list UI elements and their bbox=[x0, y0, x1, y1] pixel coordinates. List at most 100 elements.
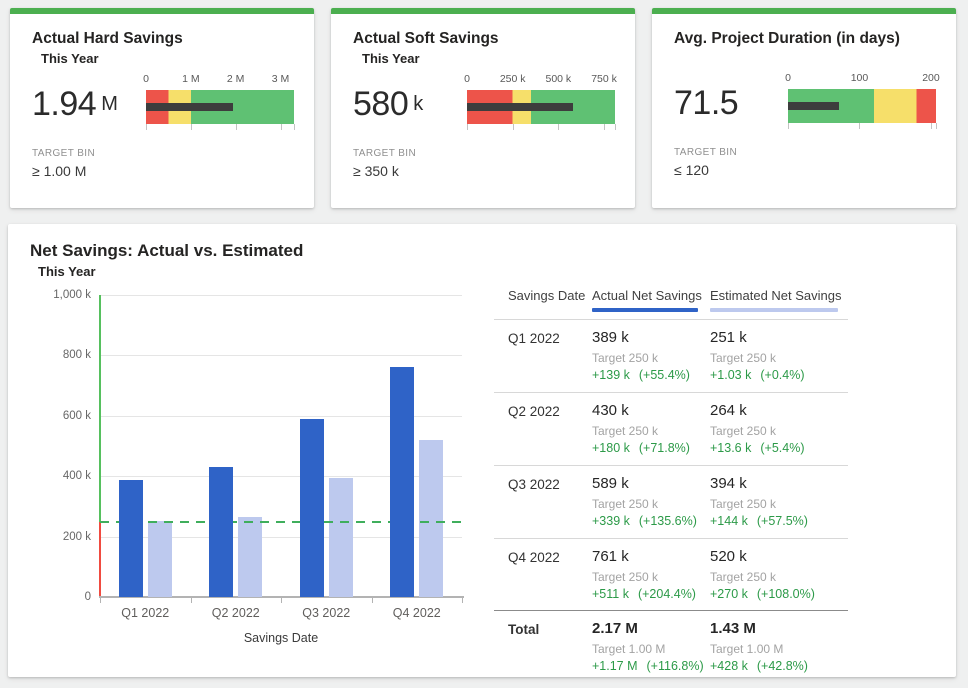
cell-value: 394 k bbox=[710, 475, 848, 492]
x-axis-tick bbox=[462, 597, 463, 603]
cell-value: 430 k bbox=[592, 402, 710, 419]
bullet-tick-line bbox=[281, 124, 282, 130]
table-cell: 520 kTarget 250 k+270 k(+108.0%) bbox=[710, 548, 848, 601]
bullet-tick-line bbox=[859, 123, 860, 129]
kpi-subtitle: This Year bbox=[32, 49, 294, 67]
cell-value: 520 k bbox=[710, 548, 848, 565]
bullet-measure-bar bbox=[146, 103, 233, 111]
bullet-tick-line bbox=[146, 124, 147, 130]
row-label: Q1 2022 bbox=[494, 329, 592, 382]
table-row: Q3 2022589 kTarget 250 k+339 k(+135.6%)3… bbox=[494, 466, 848, 539]
bullet-tick-line bbox=[294, 124, 295, 130]
delta-percent: (+57.5%) bbox=[757, 514, 808, 528]
bullet-tick-label: 3 M bbox=[272, 73, 290, 85]
table-cell: 2.17 M Target 1.00 M +1.17 M (+116.8%) bbox=[592, 620, 710, 673]
kpi-subtitle bbox=[674, 49, 936, 66]
estimated-net-savings-bar[interactable] bbox=[148, 521, 172, 597]
cell-delta: +180 k(+71.8%) bbox=[592, 441, 710, 455]
estimated-series-color-bar bbox=[710, 308, 838, 312]
cell-target: Target 250 k bbox=[592, 351, 710, 365]
delta-value: +144 k bbox=[710, 514, 748, 528]
y-axis-tick-label: 0 bbox=[85, 591, 91, 603]
row-label: Q2 2022 bbox=[494, 402, 592, 455]
estimated-net-savings-bar[interactable] bbox=[419, 440, 443, 597]
delta-value: +428 k bbox=[710, 659, 748, 673]
actual-net-savings-bar[interactable] bbox=[390, 367, 414, 597]
delta-percent: (+116.8%) bbox=[647, 659, 704, 673]
delta-value: +1.17 M bbox=[592, 659, 638, 673]
y-axis-tick-label: 800 k bbox=[63, 349, 91, 361]
table-cell: 761 kTarget 250 k+511 k(+204.4%) bbox=[592, 548, 710, 601]
x-axis-tick bbox=[281, 597, 282, 603]
delta-percent: (+204.4%) bbox=[638, 587, 696, 601]
column-header-estimated: Estimated Net Savings bbox=[710, 288, 848, 312]
dashboard: Actual Hard Savings This Year 1.94M 01 M… bbox=[0, 0, 968, 688]
bullet-tick-label: 0 bbox=[464, 73, 470, 85]
bullet-tick-line bbox=[931, 123, 932, 129]
bullet-chart: 01 M2 M3 M bbox=[146, 73, 294, 135]
bullet-tick-label: 750 k bbox=[591, 73, 617, 85]
actual-net-savings-bar[interactable] bbox=[119, 480, 143, 597]
kpi-card-row: Actual Hard Savings This Year 1.94M 01 M… bbox=[10, 8, 956, 208]
actual-net-savings-bar[interactable] bbox=[300, 419, 324, 597]
cell-delta: +339 k(+135.6%) bbox=[592, 514, 710, 528]
target-bin-value: ≤ 120 bbox=[674, 162, 936, 178]
panel-subtitle: This Year bbox=[8, 261, 956, 279]
column-header-savings-date: Savings Date bbox=[494, 288, 592, 312]
bullet-measure-bar bbox=[467, 103, 573, 111]
bullet-tick-label: 200 bbox=[922, 72, 940, 84]
cell-delta: +270 k (+108.0%) bbox=[710, 587, 848, 601]
cell-target: Target 250 k bbox=[710, 351, 848, 365]
kpi-value: 71.5 bbox=[674, 72, 770, 134]
x-axis-category-label: Q4 2022 bbox=[372, 606, 463, 620]
cell-target: Target 250 k bbox=[592, 570, 710, 584]
table-cell: 1.43 MTarget 1.00 M+428 k(+42.8%) bbox=[710, 620, 848, 673]
bullet-tick-label: 500 k bbox=[546, 73, 572, 85]
cell-value: 2.17 M bbox=[592, 620, 710, 637]
bar-group bbox=[191, 295, 282, 597]
delta-percent: (+42.8%) bbox=[757, 659, 808, 673]
cell-delta: +144 k (+57.5%) bbox=[710, 514, 848, 528]
row-label: Q4 2022 bbox=[494, 548, 592, 601]
cell-value: 389 k bbox=[592, 329, 710, 346]
actual-net-savings-bar[interactable] bbox=[209, 467, 233, 597]
estimated-net-savings-bar[interactable] bbox=[238, 517, 262, 597]
table-header-row: Savings Date Actual Net Savings Estimate… bbox=[494, 288, 848, 320]
table-total-row: Total2.17 MTarget 1.00 M+1.17 M(+116.8%)… bbox=[494, 610, 848, 683]
cell-target: Target 1.00 M bbox=[592, 642, 710, 656]
row-label: Total bbox=[494, 620, 592, 673]
table-row: Q1 2022389 kTarget 250 k+139 k(+55.4%)25… bbox=[494, 320, 848, 393]
delta-value: +270 k bbox=[710, 587, 748, 601]
x-axis-tick bbox=[191, 597, 192, 603]
cell-delta: +13.6 k (+5.4%) bbox=[710, 441, 848, 455]
actual-series-color-bar bbox=[592, 308, 698, 312]
delta-value: +180 k bbox=[592, 441, 630, 455]
table-cell: 251 kTarget 250 k+1.03 k(+0.4%) bbox=[710, 329, 848, 382]
kpi-title: Avg. Project Duration (in days) bbox=[674, 14, 936, 49]
cell-target: Target 250 k bbox=[710, 424, 848, 438]
bullet-tick-line bbox=[191, 124, 192, 130]
kpi-subtitle: This Year bbox=[353, 49, 615, 67]
delta-percent: (+108.0%) bbox=[757, 587, 815, 601]
target-bin-label: TARGET BIN bbox=[32, 148, 294, 159]
kpi-card-hard-savings: Actual Hard Savings This Year 1.94M 01 M… bbox=[10, 8, 314, 208]
table-cell: 264 kTarget 250 k+13.6 k(+5.4%) bbox=[710, 402, 848, 455]
x-axis-labels: Q1 2022Q2 2022Q3 2022Q4 2022 bbox=[100, 606, 462, 620]
bullet-tick-line bbox=[604, 124, 605, 130]
cell-target: Target 1.00 M bbox=[710, 642, 848, 656]
kpi-value: 1.94M bbox=[32, 73, 128, 135]
delta-value: +13.6 k bbox=[710, 441, 751, 455]
bullet-tick-label: 100 bbox=[851, 72, 869, 84]
estimated-net-savings-bar[interactable] bbox=[329, 478, 353, 597]
table-row: Q4 2022761 kTarget 250 k+511 k(+204.4%)5… bbox=[494, 539, 848, 611]
column-header-actual: Actual Net Savings bbox=[592, 288, 710, 312]
bullet-tick-label: 1 M bbox=[182, 73, 200, 85]
table-cell: 394 kTarget 250 k+144 k(+57.5%) bbox=[710, 475, 848, 528]
delta-percent: (+5.4%) bbox=[760, 441, 804, 455]
cell-delta: +428 k (+42.8%) bbox=[710, 659, 848, 673]
delta-percent: (+55.4%) bbox=[639, 368, 690, 382]
x-axis-category-label: Q1 2022 bbox=[100, 606, 191, 620]
bar-groups bbox=[100, 295, 462, 597]
cell-target: Target 250 k bbox=[592, 497, 710, 511]
cell-delta: +1.17 M (+116.8%) bbox=[592, 659, 710, 673]
